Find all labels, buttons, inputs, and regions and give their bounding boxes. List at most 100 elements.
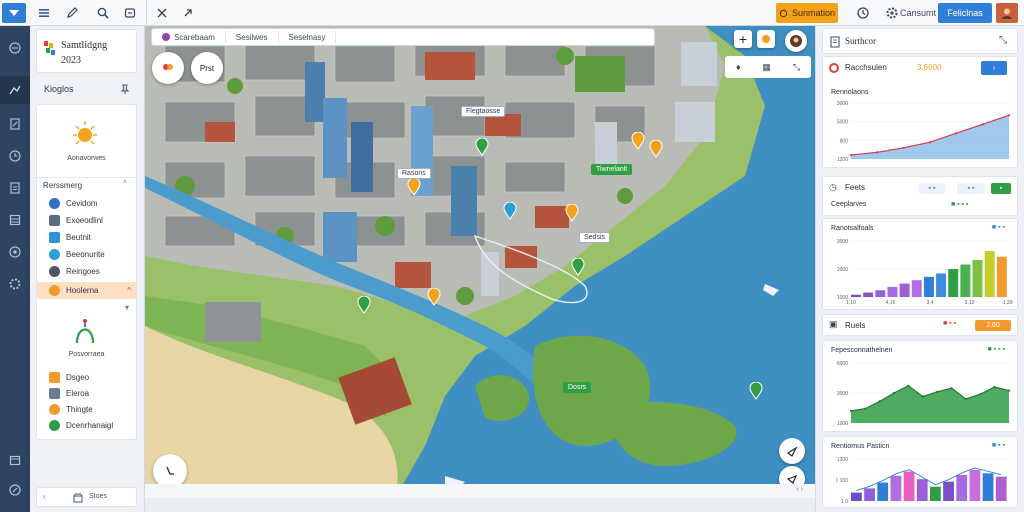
bar (863, 292, 874, 297)
rail-reports-icon[interactable] (0, 110, 30, 138)
collapse-icon[interactable]: ⤡ (999, 35, 1007, 46)
map-search-bar[interactable]: Scarebaam Sesilwes Seselnasy (151, 28, 655, 46)
bar (996, 256, 1007, 297)
bar (864, 488, 875, 501)
rail-dashboard-icon[interactable] (0, 34, 30, 62)
map-label-tag[interactable]: Flegtaosse (461, 106, 506, 117)
zoom-in-button[interactable]: + (734, 30, 752, 48)
settings-gear-icon[interactable] (885, 3, 899, 23)
search-icon[interactable] (93, 3, 113, 23)
filter-chip[interactable]: ▪ ▪ (957, 183, 985, 194)
project-title: Samtlidgng (61, 40, 108, 51)
bar-chart[interactable]: 3000200010001,104,163,43,121,200 (829, 235, 1013, 309)
lock-icon[interactable]: ♦ (736, 62, 741, 72)
map-filter-item[interactable]: Seselnasy (279, 31, 337, 43)
rail-documents-icon[interactable] (0, 174, 30, 202)
combo-chart[interactable]: 1200 1 100 1 0 (829, 453, 1013, 507)
project-logo-icon (44, 41, 55, 55)
list-item-label: Exoeodlinl (66, 216, 103, 225)
legend-icon: ■ ▪ ▪ (991, 224, 1005, 231)
accent-action-label: Sunmation (791, 8, 836, 18)
value-chip[interactable]: 2.60 (975, 320, 1011, 331)
locate-button[interactable] (779, 438, 805, 464)
list-item-selected[interactable]: Hoolerna ^ (37, 282, 136, 299)
sun-toggle-button[interactable] (757, 30, 775, 48)
rail-location-icon[interactable] (0, 238, 30, 266)
compass-icon (166, 466, 174, 475)
map-pin-icon[interactable] (475, 138, 489, 156)
chart-title: Renriolaons (831, 89, 869, 96)
rail-help-icon[interactable] (0, 476, 30, 504)
pin-icon[interactable] (120, 84, 130, 94)
left-panel: Samtlidgng 2023 Kioglos Aonavorwes Rerss… (30, 26, 145, 512)
list-item-label: Beeonurite (66, 250, 105, 259)
map-pin-icon[interactable] (571, 258, 585, 276)
map-filter-item[interactable]: Sesilwes (226, 31, 279, 43)
expand-icon[interactable]: ⤡ (793, 62, 800, 73)
list-item[interactable]: Dsgeo (43, 369, 135, 386)
area-chart[interactable]: 3000 5000 800 1200 (829, 97, 1013, 165)
map-canvas[interactable] (145, 26, 815, 498)
map-pin-icon[interactable] (357, 296, 371, 314)
data-point (921, 395, 924, 398)
list-item[interactable]: Reingoes (43, 263, 135, 280)
rail-table-icon[interactable] (0, 206, 30, 234)
map-pin-icon[interactable] (427, 288, 441, 306)
scroll-arrows-icon[interactable]: ‹ › (796, 486, 803, 493)
list-collapse-icon[interactable]: ^ (123, 179, 127, 188)
map-layers-button[interactable] (152, 52, 184, 84)
tools-icon[interactable] (152, 3, 172, 23)
profile-button[interactable] (785, 30, 807, 52)
map-label-tag[interactable]: Rasons (397, 168, 431, 179)
primary-action-button[interactable]: Feliclnas (938, 3, 992, 23)
map-pin-icon[interactable] (407, 178, 421, 196)
expand-icon[interactable]: ▾ (125, 303, 129, 312)
map-pin-icon[interactable] (631, 132, 645, 150)
map-label-tag[interactable]: Tiwnelanlt (591, 164, 633, 175)
accent-action-button[interactable]: Sunmation (776, 3, 838, 23)
cursor-icon[interactable] (178, 3, 198, 23)
list-item[interactable]: Thingte (43, 401, 135, 418)
rail-calendar-icon[interactable] (0, 446, 30, 474)
rail-settings-icon[interactable] (0, 270, 30, 298)
map-pin-icon[interactable] (749, 382, 763, 400)
pen-icon[interactable] (62, 3, 82, 23)
map-label-tag[interactable]: Sedsis (579, 232, 611, 243)
history-icon[interactable] (853, 3, 873, 23)
green-area-chart[interactable]: 6000 3000 1000 (829, 357, 1013, 431)
menu-icon[interactable] (34, 3, 54, 23)
project-card[interactable]: Samtlidgng 2023 (36, 29, 137, 73)
back-icon[interactable]: ‹ (43, 492, 46, 501)
user-label[interactable]: Cansumt (900, 3, 936, 23)
map-pin-icon[interactable] (649, 140, 663, 158)
rail-routes-icon[interactable] (0, 76, 30, 104)
grid-icon[interactable]: ▦ (762, 62, 771, 73)
user-avatar[interactable] (996, 3, 1018, 23)
list-item[interactable]: Exoeodlinl (43, 212, 135, 229)
rail-time-icon[interactable] (0, 142, 30, 170)
data-point (979, 393, 982, 396)
layers-icon[interactable] (120, 3, 140, 23)
list-item[interactable]: Beeonurite (43, 246, 135, 263)
map-zoom-button[interactable]: Prst (191, 52, 223, 84)
hero-caption: Aonavorwes (67, 155, 106, 162)
map-filter-item[interactable]: Scarebaam (152, 31, 226, 43)
filter-chip[interactable]: ▪ ▪ (919, 183, 945, 194)
card-action-button[interactable]: › (981, 61, 1007, 75)
map-label-tag[interactable]: Dosrs (563, 382, 592, 393)
map-tool-group[interactable]: ♦ ▦ ⤡ (725, 56, 811, 78)
filter-chip[interactable]: ▪ (991, 183, 1011, 194)
app-logo-icon[interactable] (2, 3, 26, 23)
list-item[interactable]: Eleroa (43, 385, 135, 402)
list-item[interactable]: Cevidom (43, 195, 135, 212)
map-pin-icon[interactable] (503, 202, 517, 220)
layers-card: Aonavorwes Rerssmerg ^ Cevidom Exoeodlin… (36, 104, 137, 440)
list-item[interactable]: Beutnit (43, 229, 135, 246)
compass-button[interactable] (153, 454, 187, 488)
list-item[interactable]: Dcenrhanaigl (43, 417, 135, 434)
data-point (907, 384, 910, 387)
map-pin-icon[interactable] (565, 204, 579, 222)
chevron-up-icon[interactable]: ^ (127, 286, 131, 295)
city-map[interactable]: Scarebaam Sesilwes Seselnasy Prst + ♦ ▦ ⤡ … (145, 26, 815, 498)
summary-card: Racchsulen 3.6000 › Renriolaons 3000 5000… (822, 56, 1018, 168)
